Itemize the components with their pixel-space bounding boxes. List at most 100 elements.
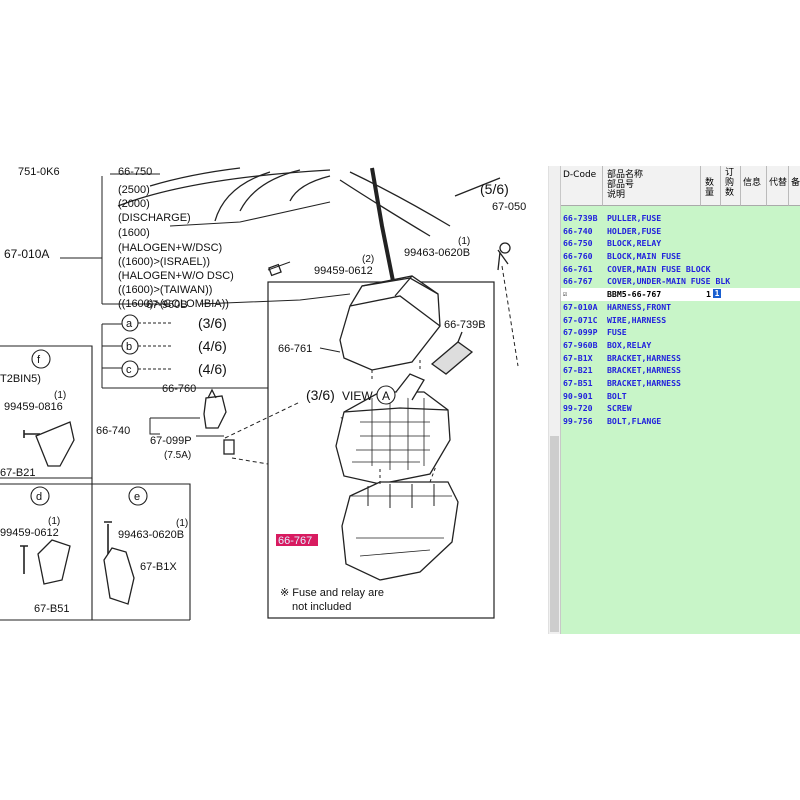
label-taiwan: ((1600)>(TAIWAN)) [118, 284, 212, 296]
row-code: 99-756 [563, 416, 593, 426]
header-extra-label: 备 [791, 178, 800, 188]
row-name: BOLT [607, 390, 627, 401]
header-sub-b: 替 [778, 178, 788, 188]
row-code: 67-B21 [563, 365, 593, 376]
header-qty[interactable]: 数 量 [701, 166, 721, 206]
box-d-circle: d [36, 491, 42, 503]
header-sub-a: 代 [769, 178, 779, 188]
row-code: 67-010A [563, 301, 598, 312]
row-code: 67-960B [563, 339, 598, 350]
part-66-740: 66-740 [96, 425, 130, 437]
header-name-line-2: 部品号 [607, 180, 635, 190]
label-discharge: (DISCHARGE) [118, 212, 191, 224]
part-67-010a: 67-010A [4, 247, 49, 261]
table-row[interactable]: 66-740 HOLDER,FUSE [561, 225, 800, 238]
part-66-767: 66-767 [278, 535, 312, 547]
selected-qty: 1 [706, 289, 711, 300]
parts-rows: 66-739B PULLER,FUSE 66-740 HOLDER,FUSE 66-… [561, 212, 800, 428]
table-row[interactable]: 66-739B PULLER,FUSE [561, 212, 800, 225]
header-dcode-label: D-Code [563, 170, 597, 180]
fuse-rating: (7.5A) [164, 450, 191, 461]
row-name: BLOCK,RELAY [607, 238, 662, 249]
table-row[interactable]: 67-960B BOX,RELAY [561, 339, 800, 352]
ref-5-6: (5/6) [480, 181, 509, 197]
label-2000: (2000) [118, 198, 150, 210]
row-code: 67-071C [563, 314, 598, 325]
label-israel: ((1600)>(ISRAEL)) [118, 256, 210, 268]
table-row[interactable]: 99-720 SCREW [561, 402, 800, 415]
checkbox-icon[interactable]: ☑ [563, 288, 567, 301]
part-66-739b: 66-739B [444, 319, 486, 331]
row-name: BRACKET,HARNESS [607, 377, 681, 388]
label-751-0k6: 751-0K6 [18, 166, 60, 178]
row-name: PULLER,FUSE [607, 213, 662, 223]
row-code: 99-720 [563, 403, 593, 414]
table-row[interactable]: 66-767 COVER,UNDER-MAIN FUSE BLK [561, 275, 800, 288]
row-code: 67-B51 [563, 377, 593, 388]
qty-1-top: (1) [458, 236, 470, 247]
box-d-part: 67-B51 [34, 603, 69, 615]
header-substitute[interactable]: 代替 [767, 166, 789, 206]
parts-list-panel[interactable]: D-Code 部品名称 部品号 说明 数 量 订 购 数 信息 代替 备 66-… [561, 166, 800, 634]
selected-part-number: BBM5-66-767 [607, 289, 662, 300]
note-line-2: not included [292, 601, 351, 613]
table-row[interactable]: 67-B21 BRACKET,HARNESS [561, 364, 800, 377]
header-qty-b: 量 [705, 188, 715, 198]
header-order-a: 订 [725, 168, 735, 178]
header-qty-a: 数 [705, 178, 715, 188]
box-e-bolt: 99463-0620B [118, 529, 184, 541]
table-row[interactable]: 67-099P FUSE [561, 326, 800, 339]
row-name: COVER,MAIN FUSE BLOCK [607, 263, 711, 274]
ref-4-6-c: (4/6) [198, 361, 227, 377]
part-67-099p: 67-099P [150, 435, 192, 447]
view-label: VIEW [342, 389, 373, 403]
row-name: WIRE,HARNESS [607, 314, 667, 325]
header-name-line-3: 说明 [607, 190, 626, 200]
ref-4-6-b: (4/6) [198, 338, 227, 354]
label-halogen-wo-dsc: (HALOGEN+W/O DSC) [118, 270, 234, 282]
qty-2: (2) [362, 254, 374, 265]
row-name: BRACKET,HARNESS [607, 352, 681, 363]
box-f-qty: (1) [54, 390, 66, 401]
diagram-vertical-scrollbar[interactable] [548, 166, 561, 634]
header-extra[interactable]: 备 [789, 166, 800, 206]
diagram-canvas: 751-0K6 66-750 (2500) (2000) (DISCHARGE)… [0, 166, 526, 621]
row-name: BOX,RELAY [607, 339, 652, 350]
selected-part-row[interactable]: ☑ BBM5-66-767 1 1 [561, 288, 800, 301]
row-code: 66-761 [563, 263, 593, 274]
label-halogen-dsc: (HALOGEN+W/DSC) [118, 242, 222, 254]
header-info-b: 息 [752, 178, 762, 188]
order-qty-input[interactable]: 1 [713, 289, 721, 299]
table-row[interactable]: 66-761 COVER,MAIN FUSE BLOCK [561, 263, 800, 276]
row-name: SCREW [607, 403, 632, 414]
label-66-750: 66-750 [118, 166, 152, 178]
row-code: 90-901 [563, 390, 593, 401]
table-row[interactable]: 67-B51 BRACKET,HARNESS [561, 377, 800, 390]
table-row[interactable]: 67-010A HARNESS,FRONT [561, 301, 800, 314]
table-row[interactable]: 66-760 BLOCK,MAIN FUSE [561, 250, 800, 263]
row-code: 66-760 [563, 251, 593, 262]
box-f-bolt: 99459-0816 [4, 401, 63, 413]
table-row[interactable]: 99-756 BOLT,FLANGE [561, 415, 800, 428]
table-row[interactable]: 67-B1X BRACKET,HARNESS [561, 352, 800, 365]
row-name: HOLDER,FUSE [607, 225, 662, 236]
table-row[interactable]: 66-750 BLOCK,RELAY [561, 237, 800, 250]
row-name: FUSE [607, 327, 627, 338]
table-row[interactable]: 90-901 BOLT [561, 390, 800, 403]
ref-3-6-a: (3/6) [198, 315, 227, 331]
row-code: 66-750 [563, 238, 593, 249]
part-66-761: 66-761 [278, 343, 312, 355]
header-dcode[interactable]: D-Code [561, 166, 603, 206]
header-info[interactable]: 信息 [741, 166, 767, 206]
table-row[interactable]: 67-071C WIRE,HARNESS [561, 314, 800, 327]
row-code: 67-B1X [563, 352, 593, 363]
bolt-99463-top: 99463-0620B [404, 247, 470, 259]
circle-c-label: c [126, 364, 132, 376]
header-order-qty[interactable]: 订 购 数 [721, 166, 741, 206]
header-part-name[interactable]: 部品名称 部品号 说明 [603, 166, 701, 206]
row-code: 66-739B [563, 213, 598, 223]
header-name-line-1: 部品名称 [607, 170, 644, 180]
exploded-diagram[interactable]: 751-0K6 66-750 (2500) (2000) (DISCHARGE)… [0, 166, 548, 634]
row-code: 67-099P [563, 327, 598, 338]
scrollbar-thumb[interactable] [550, 436, 559, 632]
